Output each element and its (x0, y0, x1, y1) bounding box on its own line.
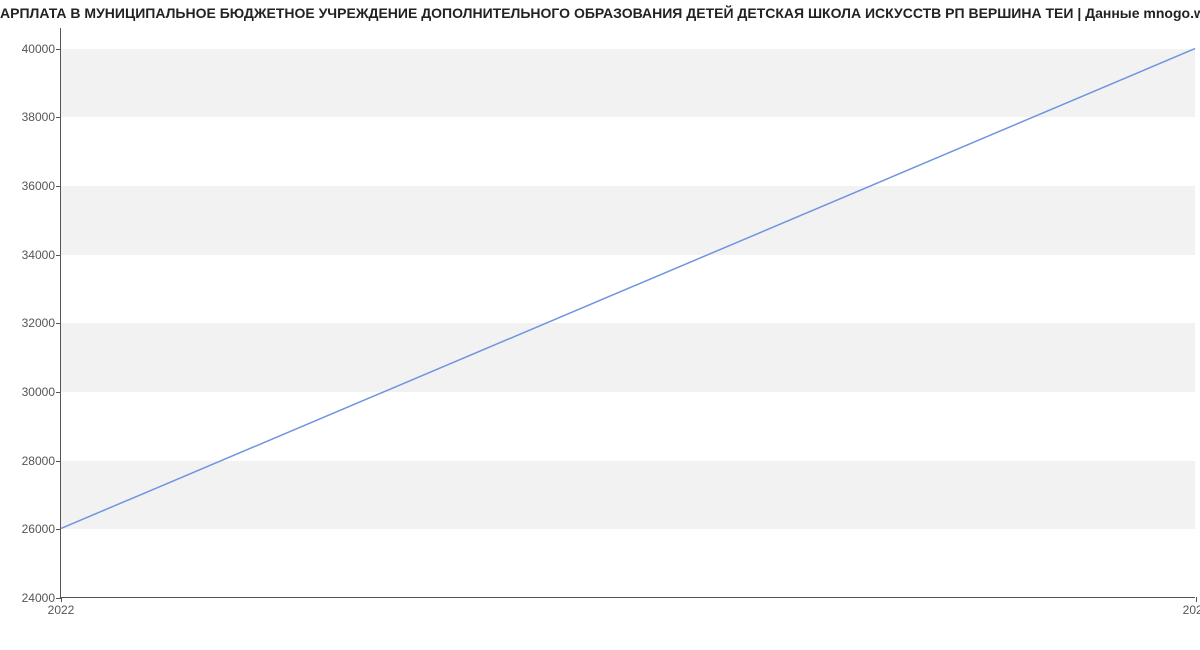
y-tick (56, 255, 61, 256)
y-tick (56, 49, 61, 50)
y-tick (56, 323, 61, 324)
y-axis-label: 28000 (22, 454, 55, 468)
y-axis-label: 36000 (22, 179, 55, 193)
y-axis-label: 26000 (22, 522, 55, 536)
y-axis-label: 34000 (22, 248, 55, 262)
y-axis-label: 32000 (22, 316, 55, 330)
chart-plot-area: 2400026000280003000032000340003600038000… (60, 28, 1195, 598)
x-tick (1196, 597, 1197, 602)
chart-container: АРПЛАТА В МУНИЦИПАЛЬНОЕ БЮДЖЕТНОЕ УЧРЕЖД… (0, 0, 1200, 650)
y-tick (56, 529, 61, 530)
y-tick (56, 117, 61, 118)
y-tick (56, 461, 61, 462)
x-axis-label: 2022 (48, 603, 75, 617)
x-axis-label: 2024 (1183, 603, 1200, 617)
y-axis-label: 38000 (22, 110, 55, 124)
x-tick (61, 597, 62, 602)
chart-title: АРПЛАТА В МУНИЦИПАЛЬНОЕ БЮДЖЕТНОЕ УЧРЕЖД… (0, 5, 1200, 21)
y-axis-label: 40000 (22, 42, 55, 56)
y-tick (56, 186, 61, 187)
y-axis-label: 30000 (22, 385, 55, 399)
series-line (61, 49, 1195, 529)
y-tick (56, 392, 61, 393)
chart-line-layer (61, 28, 1195, 597)
